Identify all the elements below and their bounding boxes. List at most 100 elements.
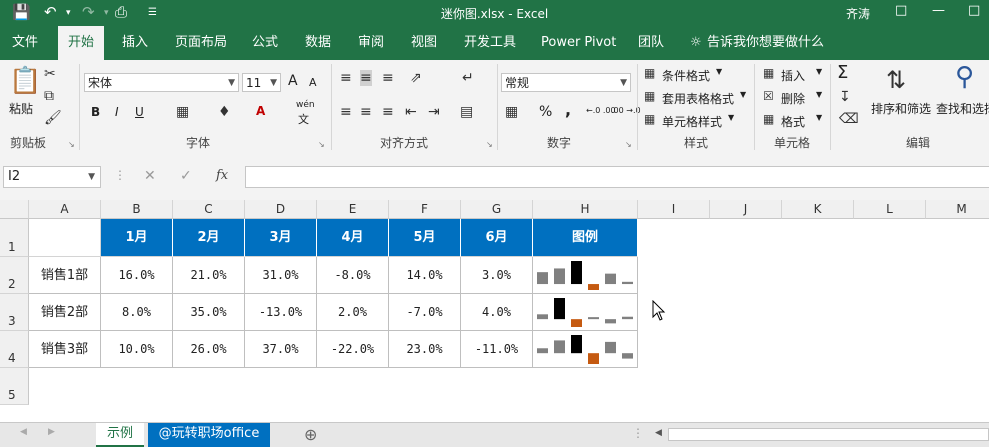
minimize-icon[interactable]: — xyxy=(932,3,945,18)
table-value-cell[interactable]: -22.0% xyxy=(317,331,389,368)
table-value-cell[interactable]: -7.0% xyxy=(389,294,461,331)
column-header-g[interactable]: G xyxy=(461,200,533,219)
find-select-button[interactable]: 查找和选择 xyxy=(936,100,989,117)
table-value-cell[interactable]: 10.0% xyxy=(101,331,173,368)
cell-a1[interactable] xyxy=(29,219,101,257)
format-painter-icon[interactable]: 🖌 xyxy=(44,110,62,126)
italic-button[interactable]: I xyxy=(115,105,119,119)
column-header-a[interactable]: A xyxy=(29,200,101,219)
table-value-cell[interactable]: -8.0% xyxy=(317,257,389,294)
sparkline-cell[interactable] xyxy=(533,331,638,368)
font-launcher-icon[interactable]: ↘ xyxy=(318,140,325,149)
table-value-cell[interactable]: 37.0% xyxy=(245,331,317,368)
alignment-launcher-icon[interactable]: ↘ xyxy=(486,140,493,149)
align-left-icon[interactable]: ≡ xyxy=(340,104,352,120)
paste-icon[interactable]: 📋 xyxy=(9,66,41,96)
row-header-1[interactable]: 1 xyxy=(0,219,29,257)
copy-icon[interactable]: ⧉ xyxy=(44,88,54,104)
column-header-l[interactable]: L xyxy=(854,200,926,219)
table-header-cell[interactable]: 1月 xyxy=(101,219,173,257)
table-value-cell[interactable]: 31.0% xyxy=(245,257,317,294)
row-header-2[interactable]: 2 xyxy=(0,257,29,294)
table-value-cell[interactable]: -13.0% xyxy=(245,294,317,331)
table-value-cell[interactable]: 4.0% xyxy=(461,294,533,331)
orientation-icon[interactable]: ⇗ xyxy=(410,70,422,86)
insert-cells-button[interactable]: 插入 xyxy=(781,67,805,84)
table-value-cell[interactable]: 21.0% xyxy=(173,257,245,294)
insert-function-button[interactable]: fx xyxy=(216,168,228,183)
tab-home[interactable]: 开始 xyxy=(58,26,105,60)
column-header-i[interactable]: I xyxy=(638,200,710,219)
tab-view[interactable]: 视图 xyxy=(411,26,437,60)
cell-style-button[interactable]: 单元格样式 xyxy=(662,113,722,130)
wrap-text-icon[interactable]: ↵ xyxy=(462,70,474,86)
conditional-format-button[interactable]: 条件格式 xyxy=(662,67,710,84)
tab-data[interactable]: 数据 xyxy=(305,26,331,60)
delete-cells-dropdown-icon[interactable]: ▼ xyxy=(816,90,822,99)
table-row-label[interactable]: 销售3部 xyxy=(29,331,101,368)
cut-icon[interactable]: ✂ xyxy=(44,66,56,82)
enter-icon[interactable]: ✓ xyxy=(180,168,192,184)
find-select-icon[interactable]: ⚲ xyxy=(955,62,974,92)
formula-input[interactable] xyxy=(245,166,989,188)
column-header-b[interactable]: B xyxy=(101,200,173,219)
scroll-left-icon[interactable]: ◀ xyxy=(655,428,662,438)
select-all-corner[interactable] xyxy=(0,200,29,219)
border-icon[interactable]: ▦ xyxy=(176,104,189,120)
table-format-button[interactable]: 套用表格格式 xyxy=(662,90,734,107)
clear-icon[interactable]: ⌫ xyxy=(839,111,859,127)
horizontal-scrollbar[interactable] xyxy=(668,428,989,441)
phonetic-button[interactable]: 文 xyxy=(298,111,309,127)
tab-file[interactable]: 文件 xyxy=(12,26,38,60)
tab-formulas[interactable]: 公式 xyxy=(252,26,278,60)
table-value-cell[interactable]: 26.0% xyxy=(173,331,245,368)
bold-button[interactable]: B xyxy=(91,105,100,119)
table-value-cell[interactable]: 2.0% xyxy=(317,294,389,331)
table-value-cell[interactable]: 16.0% xyxy=(101,257,173,294)
tab-review[interactable]: 审阅 xyxy=(358,26,384,60)
conditional-format-dropdown-icon[interactable]: ▼ xyxy=(716,67,722,76)
sparkline-cell[interactable] xyxy=(533,257,638,294)
column-header-h[interactable]: H xyxy=(533,200,638,219)
table-value-cell[interactable]: 23.0% xyxy=(389,331,461,368)
tab-power-pivot[interactable]: Power Pivot xyxy=(541,26,616,60)
column-header-k[interactable]: K xyxy=(782,200,854,219)
format-cells-button[interactable]: 格式 xyxy=(781,113,805,130)
table-header-cell[interactable]: 6月 xyxy=(461,219,533,257)
table-header-cell[interactable]: 图例 xyxy=(533,219,638,257)
align-center-icon[interactable]: ≡ xyxy=(360,104,372,120)
sheet-tab-office[interactable]: @玩转职场office xyxy=(148,423,270,447)
cancel-icon[interactable]: ✕ xyxy=(144,168,156,184)
font-size-select[interactable]: 11 ▼ xyxy=(242,73,281,92)
fill-color-icon[interactable]: ♦ xyxy=(218,104,231,120)
table-row-label[interactable]: 销售2部 xyxy=(29,294,101,331)
tab-page-layout[interactable]: 页面布局 xyxy=(175,26,227,60)
sparkline-cell[interactable] xyxy=(533,294,638,331)
tab-team[interactable]: 团队 xyxy=(638,26,664,60)
font-name-select[interactable]: 宋体 ▼ xyxy=(84,73,239,92)
tab-developer[interactable]: 开发工具 xyxy=(464,26,516,60)
align-right-icon[interactable]: ≡ xyxy=(382,104,394,120)
table-header-cell[interactable]: 2月 xyxy=(173,219,245,257)
table-header-cell[interactable]: 4月 xyxy=(317,219,389,257)
column-header-d[interactable]: D xyxy=(245,200,317,219)
table-header-cell[interactable]: 5月 xyxy=(389,219,461,257)
number-format-select[interactable]: 常规 ▼ xyxy=(501,73,631,92)
tab-insert[interactable]: 插入 xyxy=(122,26,148,60)
column-header-f[interactable]: F xyxy=(389,200,461,219)
delete-cells-button[interactable]: 删除 xyxy=(781,90,805,107)
table-row-label[interactable]: 销售1部 xyxy=(29,257,101,294)
align-bottom-icon[interactable]: ≡ xyxy=(382,70,394,86)
underline-button[interactable]: U xyxy=(135,105,144,119)
table-value-cell[interactable]: 8.0% xyxy=(101,294,173,331)
ribbon-display-icon[interactable]: □ xyxy=(895,3,907,18)
prev-sheet-icon[interactable]: ◀ xyxy=(20,427,27,437)
name-box[interactable]: I2 ▼ xyxy=(3,166,101,188)
table-value-cell[interactable]: 3.0% xyxy=(461,257,533,294)
fill-icon[interactable]: ↧ xyxy=(839,89,851,105)
column-header-m[interactable]: M xyxy=(926,200,989,219)
sort-filter-icon[interactable]: ⇅ xyxy=(886,66,906,94)
column-header-e[interactable]: E xyxy=(317,200,389,219)
sort-filter-button[interactable]: 排序和筛选 xyxy=(871,100,931,117)
row-header-3[interactable]: 3 xyxy=(0,294,29,331)
